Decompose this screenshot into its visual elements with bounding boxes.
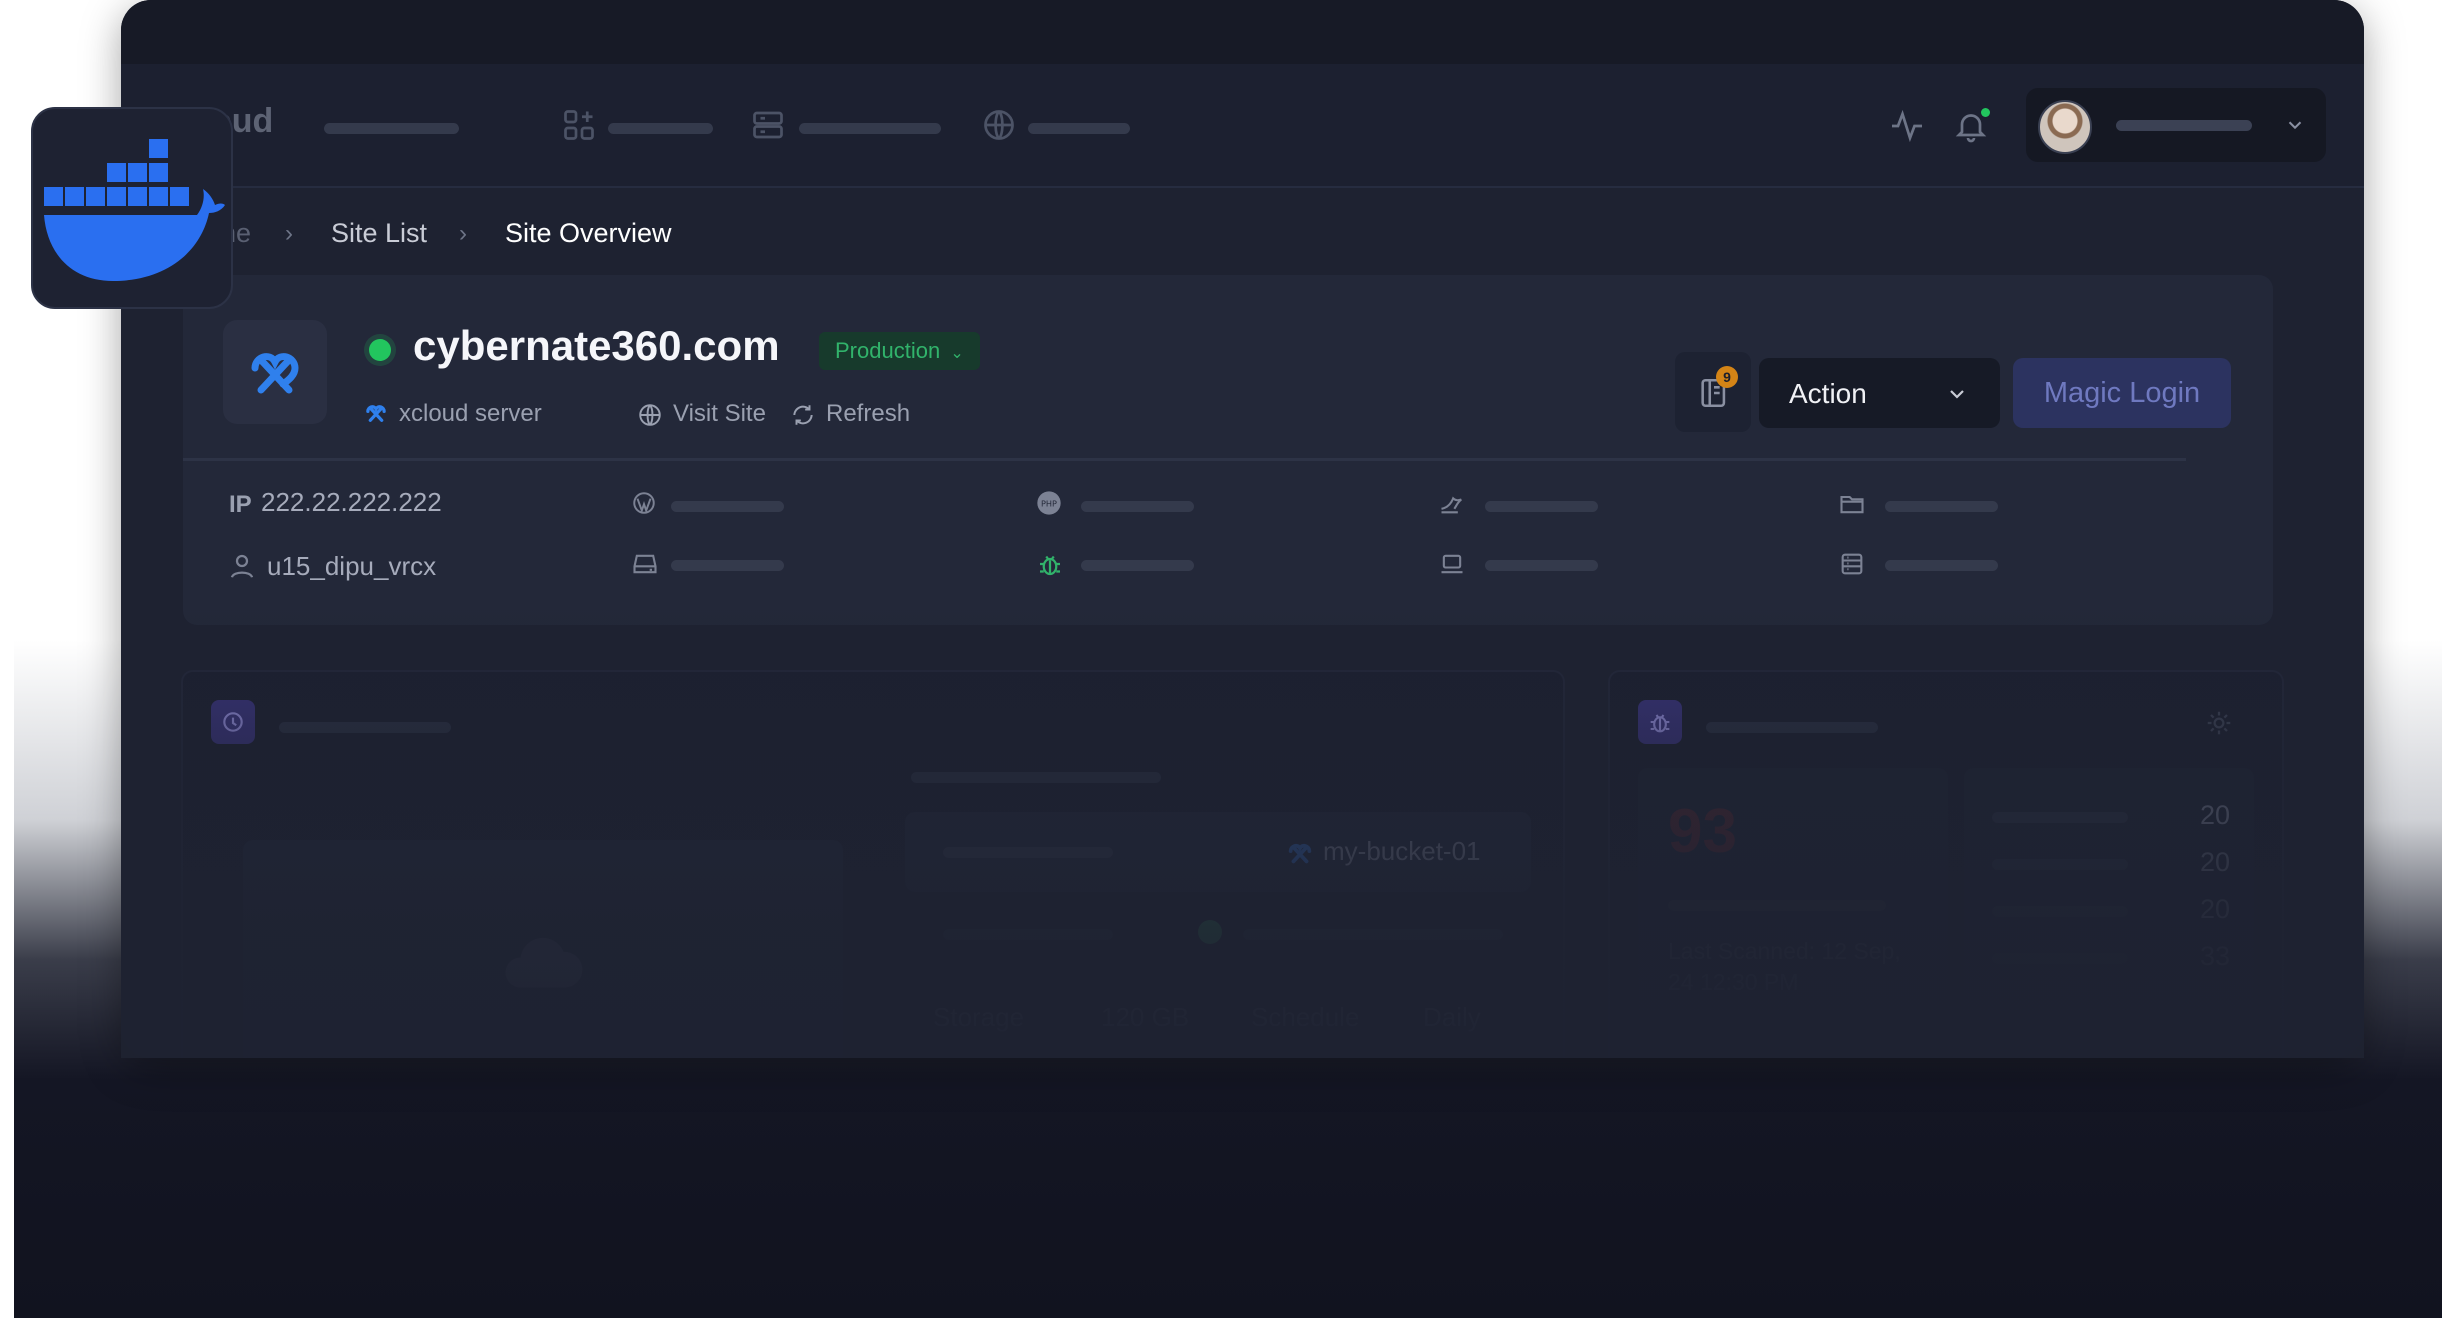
count-value: 20: [2200, 800, 2231, 830]
backup-card-icon: [211, 700, 255, 744]
globe-icon: [639, 404, 661, 426]
xcloud-icon: [1288, 843, 1312, 864]
app-window: oud ne › Site List › Site Overview cyber…: [121, 0, 2364, 1058]
user-menu[interactable]: [2026, 88, 2326, 162]
avatar: [2038, 100, 2092, 154]
action-label: Action: [1789, 378, 1867, 409]
user-icon: [230, 554, 254, 578]
breadcrumb-current: Site Overview: [505, 218, 672, 248]
placeholder-bar: [279, 722, 451, 733]
placeholder-bar: [1706, 722, 1878, 733]
security-card-icon: [1638, 700, 1682, 744]
security-score-panel: 93 Last Scanned: 12 Sep, 24 12:30 PM: [1638, 768, 1948, 1058]
breadcrumb-separator: ›: [459, 220, 467, 247]
placeholder-bar: [943, 929, 1113, 940]
database-icon: [1841, 553, 1863, 575]
ip-address: 222.22.222.222: [261, 487, 442, 517]
placeholder-bar: [911, 772, 1161, 783]
security-card: 93 Last Scanned: 12 Sep, 24 12:30 PM 20 …: [1608, 670, 2284, 1058]
placeholder-bar: [1992, 859, 2128, 870]
activity-icon[interactable]: [1889, 108, 1925, 144]
chevron-down-icon: [2288, 121, 2302, 130]
placeholder-bar: [1028, 123, 1130, 134]
globe-icon[interactable]: [981, 107, 1017, 143]
docker-whale-icon: [44, 139, 225, 281]
environment-badge[interactable]: Production ⌄: [819, 332, 980, 370]
laptop-icon: [1441, 554, 1463, 574]
wordpress-icon: [633, 492, 655, 514]
refresh-icon: [793, 405, 813, 425]
placeholder-bar: [799, 123, 941, 134]
chevron-down-icon: [1950, 390, 1964, 399]
schedule-value: Daily: [1423, 1002, 1481, 1032]
add-app-icon[interactable]: [561, 107, 597, 143]
count-value: 20: [2200, 847, 2231, 877]
site-status-indicator: [369, 339, 391, 361]
chevron-down-icon: ⌄: [950, 345, 964, 362]
placeholder-bar: [1992, 812, 2128, 823]
breadcrumb-separator: ›: [285, 220, 293, 247]
magic-login-button[interactable]: Magic Login: [2013, 358, 2231, 428]
storage-label: Storage: [933, 1002, 1025, 1032]
placeholder-bar: [1992, 953, 2128, 964]
count-value: 33: [2200, 941, 2231, 971]
docker-app-tile[interactable]: [31, 107, 233, 309]
notes-button[interactable]: [1675, 352, 1751, 432]
placeholder-bar: [1081, 501, 1194, 512]
placeholder-bar: [1885, 560, 1998, 571]
server-icon[interactable]: [750, 107, 786, 143]
placeholder-bar: [2116, 120, 2252, 131]
breadcrumb-site-list[interactable]: Site List: [331, 218, 427, 249]
divider: [183, 458, 2186, 461]
mariadb-icon: [1441, 496, 1462, 514]
bucket-row[interactable]: my-bucket-01: [905, 812, 1531, 892]
gear-icon[interactable]: [2204, 708, 2234, 738]
security-score: 93: [1668, 797, 1737, 866]
security-counts-panel: 20 20 20 33: [1964, 768, 2254, 1058]
environment-label: Production: [835, 338, 941, 363]
php-icon: PHP: [1037, 491, 1061, 515]
count-value: 20: [2200, 894, 2231, 924]
schedule-label: Schedule: [1251, 1002, 1360, 1032]
placeholder-bar: [671, 560, 784, 571]
placeholder-bar: [1668, 900, 1886, 911]
bucket-name: my-bucket-01: [1323, 836, 1481, 866]
placeholder-bar: [1243, 929, 1503, 940]
site-domain[interactable]: cybernate360.com: [413, 322, 780, 370]
placeholder-bar: [671, 501, 784, 512]
site-logo: [223, 320, 327, 424]
window-titlebar: [121, 0, 2364, 64]
action-dropdown[interactable]: Action: [1759, 358, 2000, 428]
placeholder-bar: [1485, 501, 1598, 512]
notification-dot: [1981, 108, 1990, 117]
backup-card: my-bucket-01 Storage 120 GB Schedule Dai…: [181, 670, 1565, 1058]
ip-label: IP: [229, 491, 252, 518]
top-navbar: oud: [121, 64, 2364, 188]
bug-icon: [1650, 714, 1670, 733]
storage-value: 120 GB: [1101, 1002, 1190, 1032]
notification-count-badge: 9: [1716, 366, 1738, 388]
placeholder-bar: [1485, 560, 1598, 571]
xcloud-logo-icon: [251, 353, 299, 394]
bug-icon: [1040, 555, 1060, 576]
placeholder-bar: [324, 123, 459, 134]
visit-site-link[interactable]: Visit Site: [673, 400, 766, 428]
placeholder-bar: [608, 123, 713, 134]
svg-text:PHP: PHP: [1041, 499, 1057, 509]
folder-icon: [1840, 495, 1864, 514]
backup-icon: [223, 712, 243, 732]
placeholder-bar: [943, 847, 1113, 858]
placeholder-bar: [1081, 560, 1194, 571]
placeholder-bar: [1885, 501, 1998, 512]
server-name[interactable]: xcloud server: [399, 400, 542, 428]
status-dot: [1198, 920, 1222, 944]
drive-icon: [633, 554, 657, 574]
cloud-backup-icon: [505, 937, 583, 988]
xcloud-server-icon: [366, 405, 386, 422]
refresh-button[interactable]: Refresh: [826, 400, 910, 428]
placeholder-bar: [1992, 906, 2128, 917]
site-user: u15_dipu_vrcx: [267, 551, 437, 581]
last-scanned: Last Scanned: 12 Sep, 24 12:30 PM: [1668, 938, 1901, 995]
storage-illustration: [243, 840, 843, 1058]
